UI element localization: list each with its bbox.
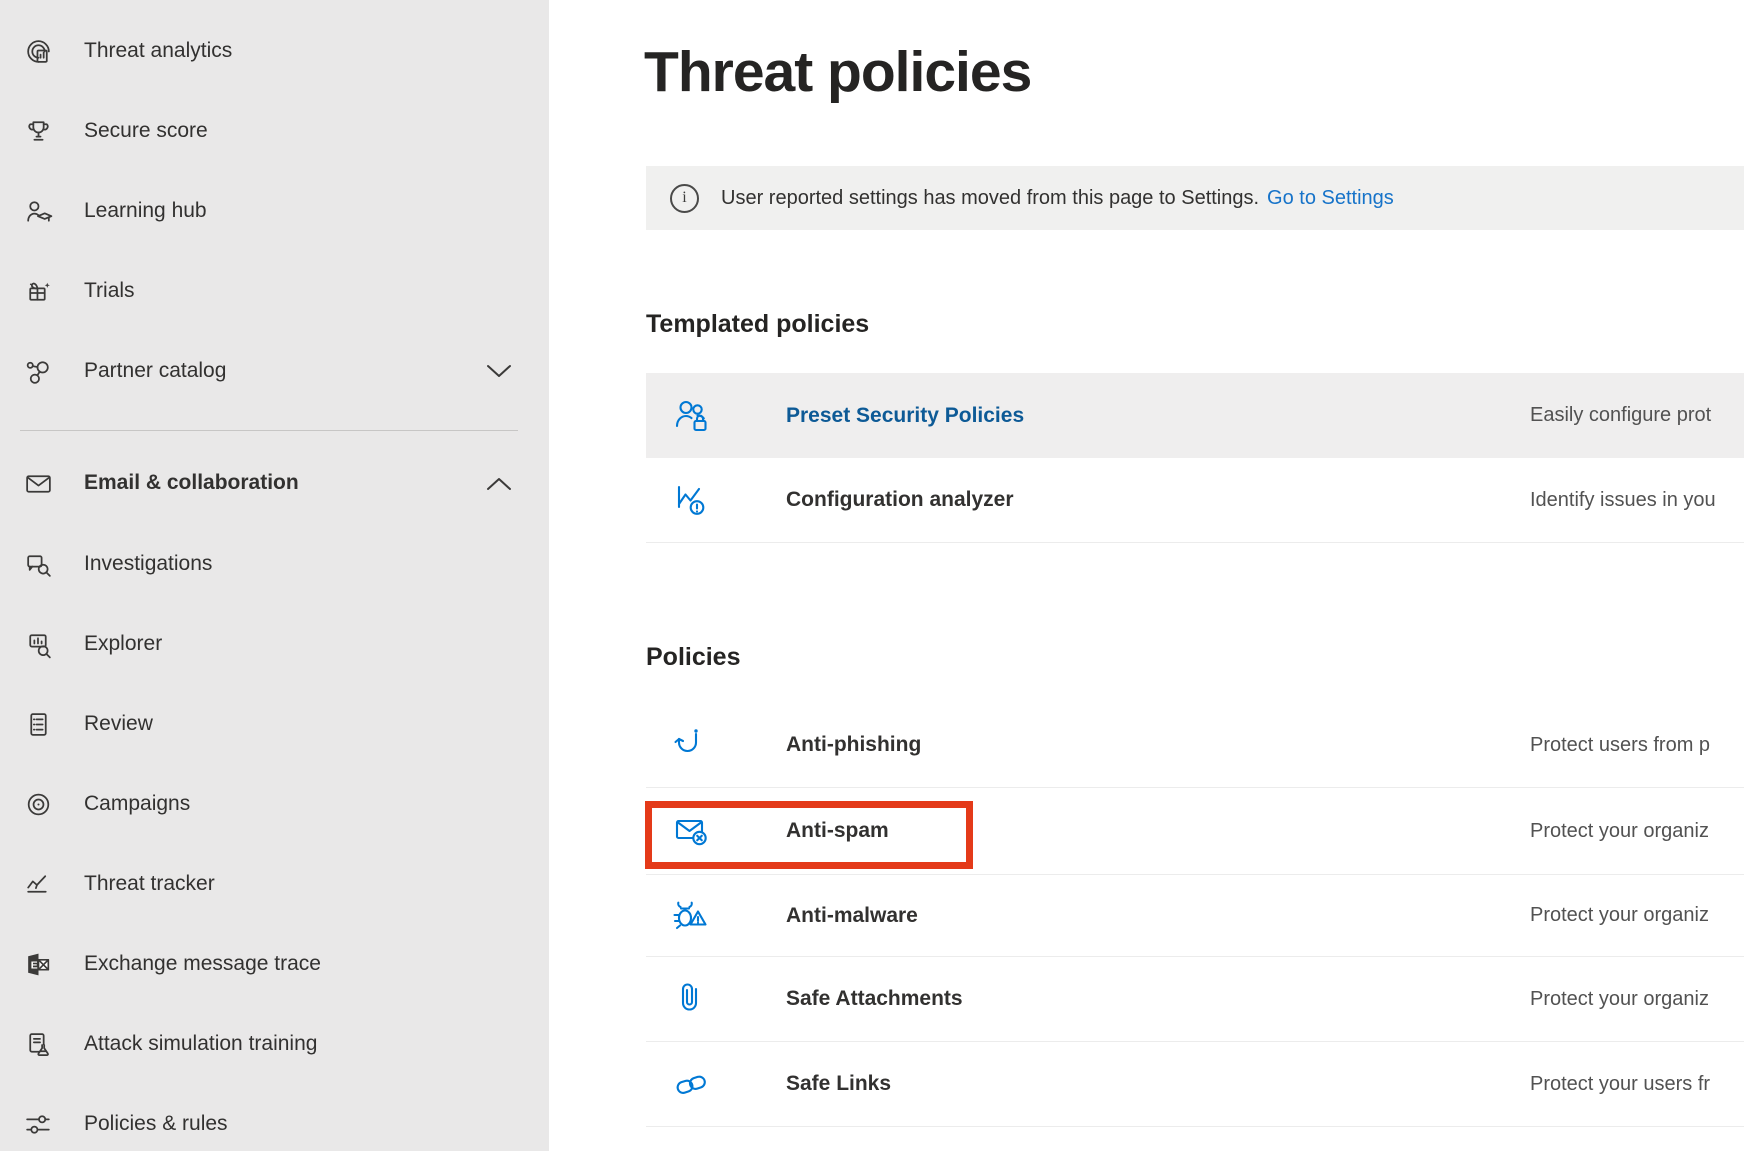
sidebar-item-learning-hub[interactable]: Learning hub [0,171,549,251]
anti-spam-icon [670,809,714,853]
learning-hub-icon [22,195,54,227]
sidebar-item-secure-score[interactable]: Secure score [0,91,549,171]
row-preset-security-policies[interactable]: Preset Security Policies Easily configur… [646,373,1744,458]
banner-text: User reported settings has moved from th… [721,187,1259,210]
sidebar-item-label: Threat analytics [84,39,232,63]
row-safe-attachments[interactable]: Safe Attachments Protect your organiz [646,957,1744,1042]
attack-simulation-icon [22,1028,54,1060]
row-safe-links[interactable]: Safe Links Protect your users fr [646,1042,1744,1127]
row-anti-malware[interactable]: Anti-malware Protect your organiz [646,875,1744,957]
go-to-settings-link[interactable]: Go to Settings [1267,187,1394,210]
anti-malware-icon [670,894,714,938]
row-description: Easily configure prot [1530,404,1711,427]
row-name: Anti-spam [786,819,889,843]
review-icon [22,708,54,740]
sidebar-item-label: Learning hub [84,199,207,223]
info-banner: i User reported settings has moved from … [646,166,1744,230]
sidebar-item-threat-analytics[interactable]: Threat analytics [0,11,549,91]
sidebar-item-partner-catalog[interactable]: Partner catalog [0,331,549,411]
row-description: Identify issues in you [1530,489,1716,512]
row-description: Protect your organiz [1530,988,1709,1011]
preset-security-policies-icon [670,394,714,438]
explorer-icon [22,628,54,660]
chevron-down-icon[interactable] [486,364,512,379]
partner-catalog-icon [22,355,54,387]
page-title: Threat policies [644,40,1031,106]
configuration-analyzer-icon [670,478,714,522]
chevron-up-icon[interactable] [486,476,512,491]
sidebar-item-threat-tracker[interactable]: Threat tracker [0,844,549,924]
sidebar-item-label: Partner catalog [84,359,226,383]
sidebar-item-attack-simulation-training[interactable]: Attack simulation training [0,1004,549,1084]
investigations-icon [22,548,54,580]
email-icon [22,467,54,499]
row-description: Protect your organiz [1530,820,1709,843]
defender-portal: Threat analytics Secure score Learning h… [0,0,1744,1151]
row-name: Preset Security Policies [786,404,1024,428]
svg-text:E: E [30,960,37,971]
threat-tracker-icon [22,868,54,900]
threat-analytics-icon [22,35,54,67]
row-name: Safe Links [786,1072,891,1096]
row-anti-spam[interactable]: Anti-spam Protect your organiz [646,788,1744,875]
sidebar-item-label: Attack simulation training [84,1032,317,1056]
row-description: Protect your users fr [1530,1073,1710,1096]
sidebar-item-review[interactable]: Review [0,684,549,764]
sidebar-item-label: Trials [84,279,135,303]
row-description: Protect users from p [1530,734,1710,757]
sidebar-item-investigations[interactable]: Investigations [0,524,549,604]
row-name: Anti-phishing [786,733,921,757]
sidebar-item-label: Campaigns [84,792,190,816]
policies-rules-icon [22,1108,54,1140]
row-name: Anti-malware [786,904,918,928]
anti-phishing-icon [670,723,714,767]
row-configuration-analyzer[interactable]: Configuration analyzer Identify issues i… [646,458,1744,543]
sidebar-item-label: Policies & rules [84,1112,228,1136]
sidebar-item-campaigns[interactable]: Campaigns [0,764,549,844]
info-icon: i [670,184,699,213]
trials-icon [22,275,54,307]
safe-links-icon [670,1062,714,1106]
row-name: Safe Attachments [786,987,963,1011]
exchange-icon: E [22,948,54,980]
sidebar-item-label: Secure score [84,119,208,143]
sidebar-item-policies-rules[interactable]: Policies & rules [0,1084,549,1151]
secure-score-icon [22,115,54,147]
sidebar-item-trials[interactable]: Trials [0,251,549,331]
sidebar-item-explorer[interactable]: Explorer [0,604,549,684]
templated-policies-heading: Templated policies [646,310,869,339]
sidebar-item-label: Exchange message trace [84,952,321,976]
sidebar-item-label: Explorer [84,632,162,656]
sidebar-item-label: Investigations [84,552,212,576]
sidebar-item-exchange-message-trace[interactable]: E Exchange message trace [0,924,549,1004]
sidebar-item-label: Review [84,712,153,736]
safe-attachments-icon [670,977,714,1021]
sidebar-item-label: Email & collaboration [84,471,299,495]
row-anti-phishing[interactable]: Anti-phishing Protect users from p [646,703,1744,788]
sidebar: Threat analytics Secure score Learning h… [0,0,549,1151]
row-name: Configuration analyzer [786,488,1014,512]
sidebar-item-email-collaboration[interactable]: Email & collaboration [0,443,549,523]
row-description: Protect your organiz [1530,904,1709,927]
sidebar-item-label: Threat tracker [84,872,215,896]
sidebar-divider [20,430,518,431]
policies-heading: Policies [646,643,741,672]
campaigns-icon [22,788,54,820]
